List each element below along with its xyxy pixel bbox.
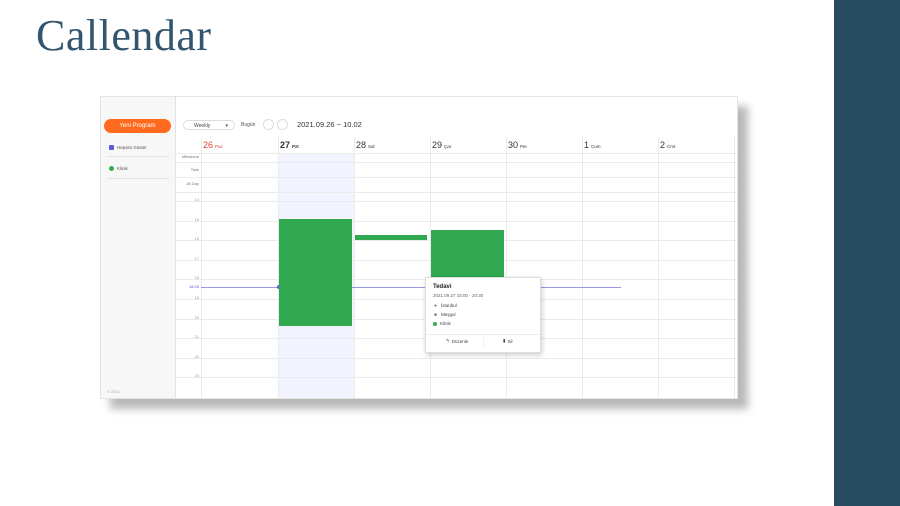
day-label: Sal bbox=[368, 144, 375, 149]
pencil-icon: ✎ bbox=[446, 338, 450, 343]
prev-week-button[interactable] bbox=[263, 119, 274, 130]
calendar-app: Yeni Program Hepsini Göster Klinik © 202… bbox=[100, 96, 738, 399]
grid-line bbox=[175, 177, 737, 178]
grid-line bbox=[175, 358, 737, 359]
day-number: 29 bbox=[432, 140, 443, 150]
day-label: Cmt bbox=[667, 144, 676, 149]
slide-title: Callendar bbox=[36, 11, 212, 60]
chevron-down-icon: ▾ bbox=[225, 123, 228, 129]
day-number: 2 bbox=[660, 140, 666, 150]
day-header[interactable]: 27 Pzt bbox=[278, 137, 354, 153]
grid-line bbox=[175, 377, 737, 378]
day-number: 30 bbox=[508, 140, 519, 150]
event-block[interactable] bbox=[355, 235, 427, 240]
day-header[interactable]: 29 Çar bbox=[430, 137, 506, 153]
grid-line bbox=[175, 162, 737, 163]
delete-button-label: Sil bbox=[507, 338, 513, 344]
side-band bbox=[834, 0, 900, 506]
day-header[interactable]: 30 Per bbox=[506, 137, 582, 153]
row-label-task: Task bbox=[190, 167, 199, 172]
copyright-text: © 2021 bbox=[107, 389, 120, 394]
current-time-label: 18:26 bbox=[188, 284, 199, 289]
divider bbox=[107, 178, 169, 179]
grid-line bbox=[175, 221, 737, 222]
date-range: 2021.09.26 ~ 10.02 bbox=[297, 120, 362, 129]
day-label: Pzt bbox=[292, 144, 299, 149]
event-detail-popup: Tedavi 2021.09.27 15:00 - 20:30 ● İstanb… bbox=[425, 277, 541, 353]
delete-button[interactable]: ▮ Sil bbox=[503, 338, 513, 344]
trash-icon: ▮ bbox=[503, 338, 506, 343]
day-label: Cum bbox=[591, 144, 601, 149]
grid-line bbox=[175, 192, 737, 193]
divider bbox=[107, 156, 169, 157]
popup-title: Tedavi bbox=[433, 284, 452, 290]
edit-button[interactable]: ✎ Düzenle bbox=[446, 338, 468, 344]
day-label: Per bbox=[520, 144, 528, 149]
toolbar: Weekly ▾ Bugün 2021.09.26 ~ 10.02 bbox=[175, 115, 737, 137]
calendar-filter-label: Klinik bbox=[117, 166, 128, 171]
next-week-button[interactable] bbox=[277, 119, 288, 130]
new-schedule-button[interactable]: Yeni Program bbox=[104, 119, 171, 133]
popup-location: İstanbul bbox=[441, 303, 457, 308]
day-header[interactable]: 28 Sal bbox=[354, 137, 430, 153]
checkbox-checked-icon[interactable] bbox=[109, 145, 114, 150]
location-pin-icon: ● bbox=[434, 303, 437, 308]
divider bbox=[426, 334, 540, 335]
grid-line bbox=[175, 153, 737, 154]
day-label: Paz bbox=[215, 144, 223, 149]
calendar-filter-clinic[interactable]: Klinik bbox=[109, 166, 169, 171]
day-header[interactable]: 2 Cmt bbox=[658, 137, 734, 153]
popup-calendar-row: Klinik bbox=[433, 321, 451, 326]
day-number: 1 bbox=[584, 140, 590, 150]
calendar-filter-label: Hepsini Göster bbox=[117, 145, 147, 150]
day-number: 28 bbox=[356, 140, 367, 150]
view-select[interactable]: Weekly ▾ bbox=[183, 120, 235, 130]
day-header[interactable]: 26 Paz bbox=[201, 137, 277, 153]
day-number: 26 bbox=[203, 140, 214, 150]
popup-location-row: ● İstanbul bbox=[433, 303, 457, 308]
row-label-allday: All Day bbox=[186, 181, 199, 186]
event-block-tedavi[interactable] bbox=[279, 219, 352, 326]
sidebar: Yeni Program Hepsini Göster Klinik © 202… bbox=[101, 97, 176, 398]
view-select-value: Weekly bbox=[194, 123, 211, 129]
popup-state-row: ■ Meşgul bbox=[433, 312, 456, 317]
day-header[interactable]: 1 Cum bbox=[582, 137, 658, 153]
briefcase-icon: ■ bbox=[434, 312, 437, 317]
popup-calendar: Klinik bbox=[440, 321, 451, 326]
popup-time: 2021.09.27 15:00 - 20:30 bbox=[433, 293, 484, 298]
today-button[interactable]: Bugün bbox=[241, 120, 255, 130]
edit-button-label: Düzenle bbox=[451, 338, 469, 344]
popup-state: Meşgul bbox=[441, 312, 456, 317]
day-label: Çar bbox=[444, 144, 452, 149]
green-dot-icon bbox=[109, 166, 114, 171]
day-number: 27 bbox=[280, 140, 291, 150]
green-dot-icon bbox=[433, 321, 437, 326]
calendar-filter-all[interactable]: Hepsini Göster bbox=[109, 145, 169, 150]
week-grid: 26 Paz 27 Pzt 28 Sal 29 Çar 30 Per 1 Cum 2 Cmt bbox=[175, 137, 737, 398]
grid-line bbox=[175, 201, 737, 202]
current-time-line bbox=[201, 287, 621, 288]
divider bbox=[483, 337, 484, 348]
row-label-milestone: Milestone bbox=[181, 154, 199, 159]
